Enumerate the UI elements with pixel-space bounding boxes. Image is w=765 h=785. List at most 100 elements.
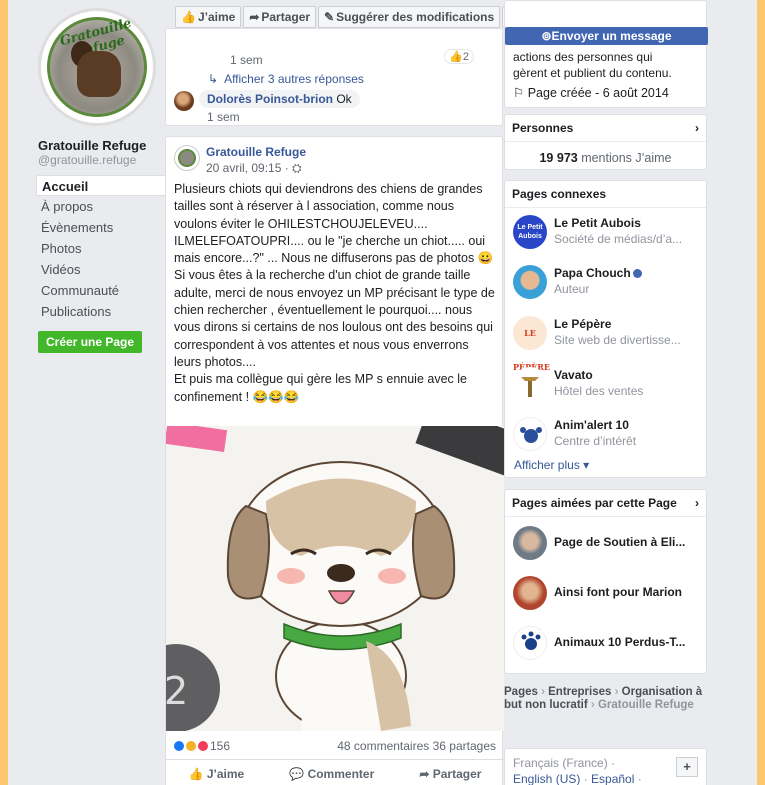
- related-page-avatar: LE PÉPÈRE: [513, 316, 550, 372]
- about-text: actions des personnes qui gèrent et publ…: [513, 49, 672, 81]
- commenter-avatar[interactable]: [174, 91, 194, 111]
- related-page-avatar: [513, 265, 547, 299]
- pencil-icon: ✎: [324, 10, 335, 24]
- related-page-name: Anim'alert 10: [554, 418, 629, 432]
- share-page-label: Partager: [259, 10, 311, 24]
- nav-evenements[interactable]: Évènements: [36, 217, 166, 238]
- language-card: Français (France) · English (US) · Españ…: [504, 748, 707, 785]
- messenger-icon: ⊚: [541, 29, 552, 43]
- facebook-page: Gratouille Refuge Gratouille Refuge @gra…: [8, 0, 757, 785]
- post-date[interactable]: 20 avril, 09:15 · ⛭: [206, 161, 302, 176]
- related-page-name-text: Papa Chouch: [554, 266, 631, 280]
- comment-post-label: Commenter: [307, 767, 375, 781]
- language-spanish[interactable]: Español: [591, 772, 634, 785]
- related-page-category: Auteur: [554, 282, 590, 296]
- liked-page-item[interactable]: Page de Soutien à Eli...: [513, 524, 703, 564]
- comments-shares-summary: 48 commentaires 36 partages: [337, 739, 496, 753]
- love-reaction-icon: [198, 741, 208, 751]
- reactions-summary[interactable]: 156: [174, 739, 230, 753]
- send-message-button[interactable]: ⊚Envoyer un message: [505, 27, 708, 45]
- shares-count[interactable]: 36 partages: [433, 739, 496, 753]
- share-page-button[interactable]: ➦ Partager: [243, 6, 317, 28]
- caret-down-icon: ▾: [583, 458, 590, 472]
- flag-icon: ⚐: [513, 86, 525, 100]
- persons-header[interactable]: Personnes ›: [505, 115, 706, 142]
- reaction-count-badge[interactable]: 👍2: [444, 49, 474, 64]
- nav-accueil[interactable]: Accueil: [36, 175, 166, 196]
- breadcrumb-separator: ›: [541, 686, 545, 698]
- related-page-item[interactable]: Anim'alert 10 Centre d’intérêt: [513, 415, 703, 455]
- show-more-link[interactable]: Afficher plus ▾: [514, 458, 589, 472]
- related-page-name: Le Pépère: [554, 317, 612, 331]
- page-nav: Accueil À propos Évènements Photos Vidéo…: [36, 175, 166, 322]
- related-page-item[interactable]: LE PÉPÈRE Le Pépère Site web de divertis…: [513, 314, 703, 372]
- paw-icon: [520, 427, 542, 443]
- share-post-label: Partager: [432, 767, 482, 781]
- commenter-name[interactable]: Dolorès Poinsot-brion: [207, 92, 333, 106]
- related-page-item[interactable]: Vavato Hôtel des ventes: [513, 365, 703, 405]
- dog-body-shape: [77, 51, 121, 97]
- liked-pages-card: Pages aimées par cette Page › Page de Sou…: [504, 489, 707, 674]
- show-more-replies-label: Afficher 3 autres réponses: [224, 72, 364, 86]
- breadcrumb-pages[interactable]: Pages: [504, 686, 538, 698]
- comment-time[interactable]: 1 sem: [230, 53, 263, 67]
- page-action-bar: 👍 J’aime ➦ Partager ✎ Suggérer des modif…: [175, 6, 527, 28]
- nav-publications[interactable]: Publications: [36, 301, 166, 322]
- thumbs-up-icon: 👍: [188, 767, 204, 781]
- related-page-avatar: [513, 417, 547, 451]
- comment-time[interactable]: 1 sem: [207, 110, 240, 124]
- related-pages-header: Pages connexes: [505, 181, 706, 208]
- nav-a-propos[interactable]: À propos: [36, 196, 166, 217]
- related-page-item[interactable]: Papa Chouch Auteur: [513, 263, 703, 303]
- likes-suffix: mentions J’aime: [577, 151, 672, 165]
- share-post-button[interactable]: ➦ Partager: [419, 767, 481, 781]
- like-reaction-icon: 👍: [449, 51, 463, 63]
- add-language-button[interactable]: +: [676, 757, 698, 777]
- thumbs-up-icon: 👍: [181, 10, 196, 24]
- comment-bubble-icon: 💬: [289, 767, 305, 781]
- likes-count: 19 973 mentions J’aime: [505, 142, 706, 165]
- send-message-label: Envoyer un message: [551, 29, 672, 43]
- suggest-edits-button[interactable]: ✎ Suggérer des modifications: [318, 6, 501, 28]
- like-reaction-icon: [174, 741, 184, 751]
- page-handle[interactable]: @gratouille.refuge: [38, 153, 136, 167]
- language-list: Français (France) · English (US) · Españ…: [513, 755, 642, 785]
- language-english[interactable]: English (US): [513, 772, 580, 785]
- like-page-button[interactable]: 👍 J’aime: [175, 6, 242, 28]
- breadcrumb-separator: ›: [614, 686, 619, 698]
- post-paragraph: Et puis ma collègue qui gère les MP s en…: [174, 372, 467, 404]
- reaction-count: 2: [462, 51, 469, 63]
- liked-page-name: Page de Soutien à Eli...: [554, 535, 686, 549]
- like-post-button[interactable]: 👍 J’aime: [189, 767, 245, 781]
- page-avatar[interactable]: Gratouille Refuge: [38, 8, 156, 126]
- breadcrumb-current: Gratouille Refuge: [597, 699, 694, 711]
- persons-card: Personnes › 19 973 mentions J’aime: [504, 114, 707, 170]
- nav-communaute[interactable]: Communauté: [36, 280, 166, 301]
- related-page-category: Centre d’intérêt: [554, 434, 637, 448]
- comment-post-button[interactable]: 💬 Commenter: [289, 767, 374, 781]
- show-more-replies-link[interactable]: ↳ Afficher 3 autres réponses: [208, 72, 364, 86]
- show-more-label: Afficher plus: [514, 458, 580, 472]
- post-card: Gratouille Refuge 20 avril, 09:15 · ⛭ Pl…: [165, 136, 504, 785]
- nav-photos[interactable]: Photos: [36, 238, 166, 259]
- liked-page-item[interactable]: Animaux 10 Perdus-T...: [513, 624, 703, 664]
- post-image[interactable]: 2: [166, 426, 504, 731]
- post-author[interactable]: Gratouille Refuge: [206, 145, 306, 159]
- share-arrow-icon: ➦: [419, 767, 430, 781]
- liked-pages-header[interactable]: Pages aimées par cette Page ›: [505, 490, 706, 517]
- related-page-item[interactable]: Le Petit Aubois Le Petit Aubois Société …: [513, 213, 703, 253]
- nav-videos[interactable]: Vidéos: [36, 259, 166, 280]
- liked-page-name: Ainsi font pour Marion: [554, 585, 682, 599]
- liked-page-item[interactable]: Ainsi font pour Marion: [513, 574, 703, 614]
- page-name[interactable]: Gratouille Refuge: [38, 138, 146, 153]
- current-language: Français (France) ·: [513, 756, 616, 770]
- haha-reaction-icon: [186, 741, 196, 751]
- create-page-button[interactable]: Créer une Page: [38, 331, 143, 353]
- breadcrumb-entreprises[interactable]: Entreprises: [548, 686, 611, 698]
- related-pages-card: Pages connexes Le Petit Aubois Le Petit …: [504, 180, 707, 478]
- related-page-avatar: [513, 367, 547, 401]
- suggest-edits-label: Suggérer des modifications: [334, 10, 495, 24]
- chevron-right-icon: ›: [695, 121, 699, 135]
- comments-count[interactable]: 48 commentaires: [337, 739, 429, 753]
- post-author-avatar[interactable]: [174, 145, 200, 171]
